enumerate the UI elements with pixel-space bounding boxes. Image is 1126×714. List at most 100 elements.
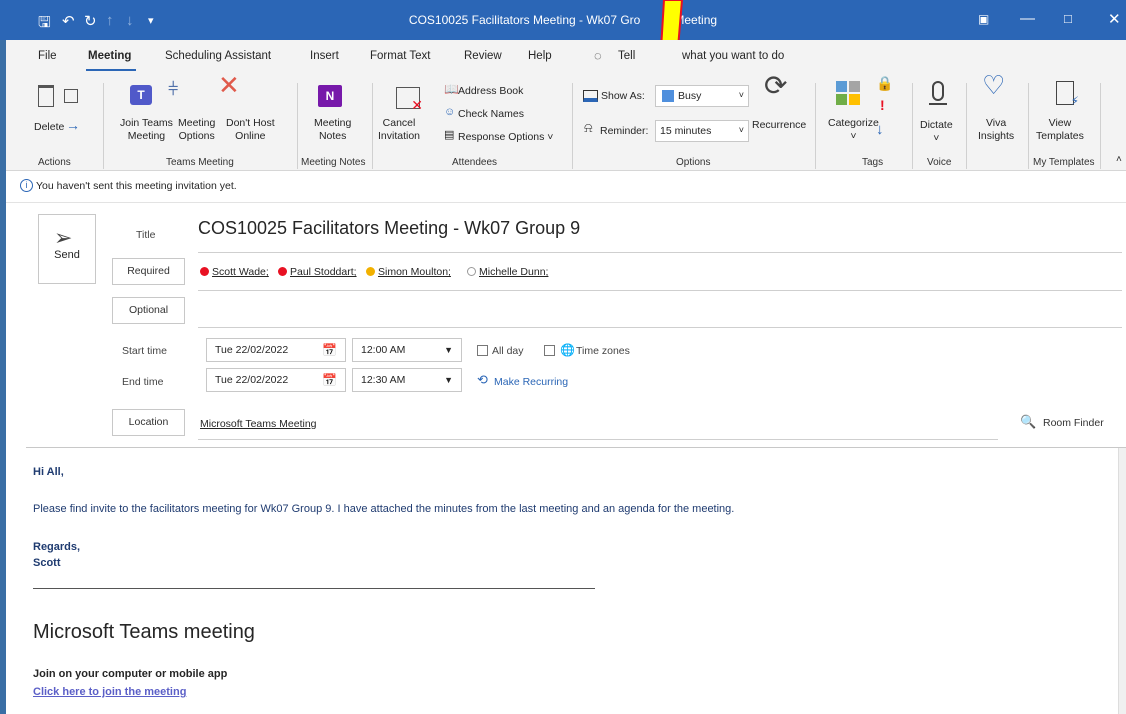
- menu-file[interactable]: File: [38, 50, 57, 62]
- cancel-invitation-icon[interactable]: ✕: [396, 87, 423, 113]
- attendee-michelle-dunn[interactable]: Michelle Dunn;: [479, 266, 548, 278]
- send-label: Send: [54, 249, 80, 261]
- active-tab-underline: [86, 69, 136, 71]
- archive-icon[interactable]: [64, 89, 78, 103]
- onenote-icon[interactable]: N: [318, 85, 342, 107]
- end-time-value: 12:30 AM: [361, 374, 406, 386]
- meeting-options-button[interactable]: Meeting Options: [178, 117, 215, 143]
- high-importance-icon[interactable]: !: [880, 98, 885, 112]
- body-regards: Regards,: [33, 541, 81, 553]
- end-time-field[interactable]: 12:30 AM ▼: [352, 368, 462, 392]
- optional-button[interactable]: Optional: [112, 297, 185, 324]
- all-day-label: All day: [492, 345, 524, 357]
- room-finder-icon[interactable]: 🔍: [1020, 414, 1036, 430]
- cancel-invitation-button[interactable]: Cancel Invitation: [378, 117, 420, 143]
- location-button[interactable]: Location: [112, 409, 185, 436]
- attendee-status-dot: [200, 267, 209, 276]
- meeting-notes-button[interactable]: Meeting Notes: [314, 117, 351, 143]
- separator: [572, 83, 573, 169]
- join-label: Join on your computer or mobile app: [33, 668, 228, 680]
- address-book-icon[interactable]: 📖: [444, 83, 459, 96]
- send-button[interactable]: ➢ Send: [38, 214, 96, 284]
- join-teams-button[interactable]: Join Teams Meeting: [120, 117, 173, 143]
- start-date-field[interactable]: Tue 22/02/2022 📅: [206, 338, 346, 362]
- show-as-select[interactable]: Busy ˅: [655, 85, 749, 107]
- menu-meeting[interactable]: Meeting: [88, 50, 131, 62]
- collapse-ribbon-icon[interactable]: ˄: [1116, 153, 1122, 166]
- teams-icon[interactable]: T: [130, 85, 152, 105]
- all-day-checkbox[interactable]: [477, 345, 488, 356]
- maximize-icon[interactable]: □: [1064, 11, 1072, 26]
- low-importance-icon[interactable]: ↓: [876, 122, 884, 137]
- viva-insights-button[interactable]: Viva Insights: [978, 117, 1014, 143]
- location-underline: [198, 439, 998, 440]
- attendee-paul-stoddart[interactable]: Paul Stoddart;: [290, 266, 357, 278]
- attendee-status-dot: [467, 267, 476, 276]
- response-options-icon[interactable]: ▤: [444, 129, 454, 142]
- dropdown-arrow-icon[interactable]: ▼: [444, 375, 453, 385]
- dont-host-online-icon[interactable]: ✕: [218, 72, 240, 98]
- tell-me-suffix[interactable]: what you want to do: [682, 50, 784, 62]
- reminder-label: Reminder:: [600, 125, 649, 137]
- location-field[interactable]: Microsoft Teams Meeting: [200, 418, 317, 430]
- group-options: Options: [676, 157, 711, 168]
- info-bar: i You haven't sent this meeting invitati…: [0, 171, 1126, 203]
- categorize-icon[interactable]: [836, 81, 860, 105]
- meeting-notes-line1: Meeting: [314, 117, 352, 129]
- meeting-options-icon[interactable]: ⫩: [168, 80, 178, 98]
- chevron-down-icon: ˅: [738, 90, 744, 100]
- delete-icon[interactable]: [38, 85, 54, 107]
- recurrence-button[interactable]: Recurrence: [752, 119, 806, 132]
- required-button[interactable]: Required: [112, 258, 185, 285]
- room-finder-button[interactable]: Room Finder: [1043, 417, 1104, 429]
- show-as-label: Show As:: [601, 90, 645, 102]
- reminder-select[interactable]: 15 minutes ˅: [655, 120, 749, 142]
- group-my-templates: My Templates: [1033, 157, 1095, 168]
- menu-scheduling-assistant[interactable]: Scheduling Assistant: [165, 50, 271, 62]
- view-templates-icon[interactable]: ⚡: [1056, 81, 1079, 108]
- menu-insert[interactable]: Insert: [310, 50, 339, 62]
- ribbon-display-options-icon[interactable]: ▣: [978, 12, 989, 26]
- dictate-button[interactable]: Dictate ˅: [920, 119, 953, 145]
- signature-divider: [33, 588, 595, 589]
- attendee-scott-wade[interactable]: Scott Wade;: [212, 266, 269, 278]
- microphone-base: [929, 99, 947, 105]
- menu-format-text[interactable]: Format Text: [370, 50, 431, 62]
- show-as-value: Busy: [678, 90, 702, 102]
- separator: [1100, 83, 1101, 169]
- menu-help[interactable]: Help: [528, 50, 552, 62]
- recurrence-icon[interactable]: ⟳: [764, 72, 787, 100]
- check-names-icon[interactable]: ☺: [444, 106, 455, 119]
- attendee-simon-moulton[interactable]: Simon Moulton;: [378, 266, 451, 278]
- make-recurring-link[interactable]: Make Recurring: [494, 376, 568, 388]
- microphone-icon[interactable]: [932, 81, 944, 101]
- viva-insights-icon[interactable]: ♡: [982, 72, 1005, 98]
- calendar-icon[interactable]: 📅: [322, 343, 337, 357]
- calendar-icon[interactable]: 📅: [322, 373, 337, 387]
- menu-review[interactable]: Review: [464, 50, 502, 62]
- start-time-field[interactable]: 12:00 AM ▼: [352, 338, 462, 362]
- address-book-button[interactable]: Address Book: [458, 85, 523, 98]
- title-underline: [198, 252, 1122, 253]
- separator: [372, 83, 373, 169]
- response-options-button[interactable]: Response Options ˅: [458, 131, 553, 144]
- ribbon: Delete → Actions T Join Teams Meeting ⫩ M…: [0, 72, 1126, 171]
- close-icon[interactable]: ✕: [1108, 10, 1121, 28]
- scrollbar[interactable]: [1118, 448, 1126, 714]
- tell-me-prefix[interactable]: Tell: [618, 50, 635, 62]
- forward-icon[interactable]: →: [66, 118, 80, 132]
- dropdown-arrow-icon[interactable]: ▼: [444, 345, 453, 355]
- title-field[interactable]: COS10025 Facilitators Meeting - Wk07 Gro…: [198, 218, 580, 239]
- check-names-button[interactable]: Check Names: [458, 108, 524, 121]
- delete-button[interactable]: Delete: [34, 121, 64, 134]
- time-zones-checkbox[interactable]: [544, 345, 555, 356]
- info-icon: i: [20, 179, 33, 192]
- minimize-icon[interactable]: —: [1020, 10, 1035, 27]
- join-meeting-link[interactable]: Click here to join the meeting: [33, 686, 186, 698]
- dont-host-line1: Don't Host: [226, 117, 275, 129]
- dont-host-online-button[interactable]: Don't Host Online: [226, 117, 275, 143]
- categorize-button[interactable]: Categorize ˅: [828, 117, 879, 143]
- view-templates-button[interactable]: View Templates: [1036, 117, 1084, 143]
- end-date-field[interactable]: Tue 22/02/2022 📅: [206, 368, 346, 392]
- private-lock-icon[interactable]: 🔒: [876, 76, 893, 90]
